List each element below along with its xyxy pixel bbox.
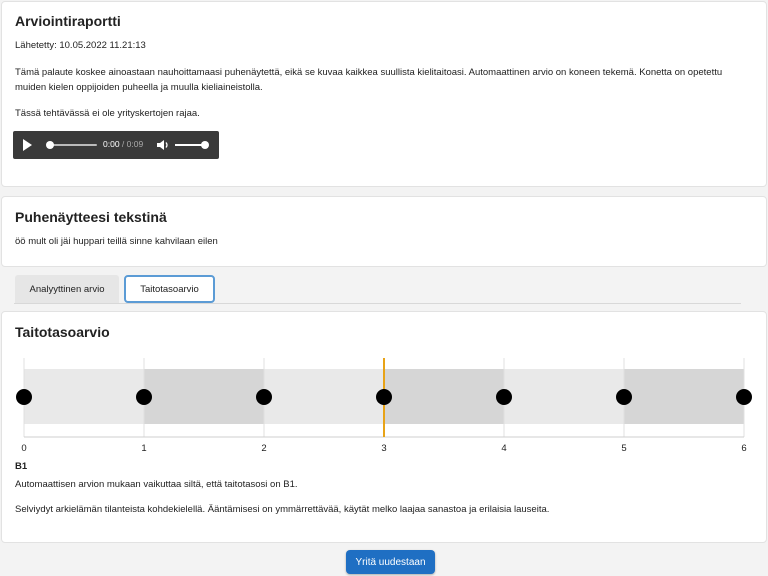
volume-icon[interactable] bbox=[156, 139, 170, 151]
current-time: 0:00 bbox=[103, 139, 120, 149]
transcript-text: öö mult oli jäi huppari teillä sinne kah… bbox=[15, 236, 218, 247]
volume-slider[interactable] bbox=[175, 141, 209, 149]
result-text: Automaattisen arvion mukaan vaikuttaa si… bbox=[15, 479, 298, 490]
scale-tick-label: 4 bbox=[501, 443, 507, 454]
audio-player: 0:00 / 0:09 bbox=[13, 131, 219, 159]
tabs-divider bbox=[14, 303, 741, 304]
scale-tick-label: 2 bbox=[261, 443, 267, 454]
level-description: Selviydyt arkielämän tilanteista kohdeki… bbox=[15, 504, 550, 515]
duration: / 0:09 bbox=[119, 139, 144, 149]
scale-tick-label: 3 bbox=[381, 443, 387, 454]
tab-analytic[interactable]: Analyyttinen arvio bbox=[15, 275, 119, 303]
retry-button[interactable]: Yritä uudestaan bbox=[346, 550, 435, 574]
scale-tick-label: 6 bbox=[741, 443, 747, 454]
scale-tick-label: 1 bbox=[141, 443, 147, 454]
volume-knob[interactable] bbox=[201, 141, 209, 149]
transcript-card bbox=[1, 196, 767, 267]
level-title: Taitotasoarvio bbox=[15, 324, 110, 340]
seek-knob[interactable] bbox=[46, 141, 54, 149]
scale-tick-label: 0 bbox=[21, 443, 27, 454]
time-display: 0:00 / 0:09 bbox=[103, 139, 143, 149]
transcript-title: Puhenäytteesi tekstinä bbox=[15, 209, 167, 225]
report-disclaimer: Tämä palaute koskee ainoastaan nauhoitta… bbox=[15, 67, 723, 93]
play-icon[interactable] bbox=[23, 139, 32, 151]
seek-bar[interactable] bbox=[46, 141, 97, 149]
sent-timestamp: Lähetetty: 10.05.2022 11.21:13 bbox=[15, 40, 146, 51]
tab-proficiency[interactable]: Taitotasoarvio bbox=[124, 275, 215, 303]
scale-tick-label: 5 bbox=[621, 443, 627, 454]
attempts-note: Tässä tehtävässä ei ole yrityskertojen r… bbox=[15, 108, 200, 119]
result-label: B1 bbox=[15, 461, 28, 472]
report-title: Arviointiraportti bbox=[15, 13, 121, 29]
